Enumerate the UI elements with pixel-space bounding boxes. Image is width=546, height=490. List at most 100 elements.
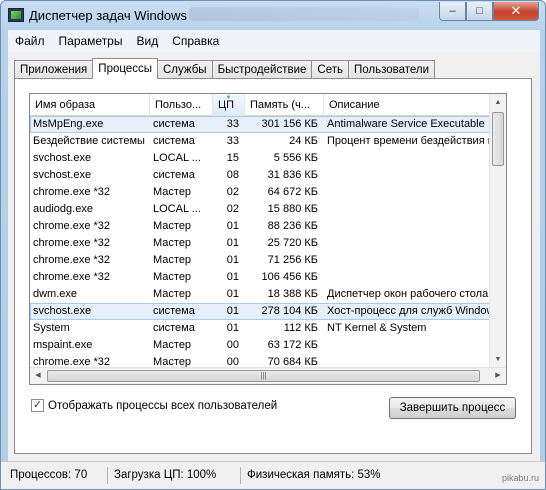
cell-memory: 301 156 КБ <box>261 118 318 130</box>
process-row[interactable]: mspaint.exe Мастер 00 63 172 КБ <box>30 337 506 354</box>
cell-image-name: svchost.exe <box>33 169 92 181</box>
close-button[interactable]: ✕ <box>493 2 539 21</box>
cell-image-name: Бездействие системы <box>33 135 145 147</box>
process-row[interactable]: Бездействие системы система 33 24 КБ Процент… <box>30 133 506 150</box>
process-row[interactable]: chrome.exe *32 Мастер 02 64 672 КБ <box>30 184 506 201</box>
cell-cpu: 01 <box>226 271 239 283</box>
end-process-button[interactable]: Завершить процесс <box>389 397 516 419</box>
cell-image-name: chrome.exe *32 <box>33 237 111 249</box>
process-row[interactable]: audiodg.exe LOCAL ... 02 15 880 КБ <box>30 201 506 218</box>
cell-user: Мастер <box>153 186 192 198</box>
cell-description <box>324 184 489 201</box>
cell-memory: 24 КБ <box>289 135 318 147</box>
menu-options[interactable]: Параметры <box>52 34 130 48</box>
column-header-description[interactable]: Описание <box>324 94 489 116</box>
scroll-right-icon[interactable]: ▶ <box>490 368 506 384</box>
cell-cpu: 01 <box>226 288 239 300</box>
show-all-users-label: Отображать процессы всех пользователей <box>48 399 278 412</box>
cell-description: Процент времени бездействия п <box>327 135 489 147</box>
menu-file[interactable]: Файл <box>8 34 52 48</box>
tab-services[interactable]: Службы <box>156 60 213 79</box>
tab-strip: Приложения Процессы Службы Быстродействи… <box>14 58 436 79</box>
menu-bar: Файл Параметры Вид Справка <box>8 30 540 52</box>
column-header-user[interactable]: Пользо... <box>150 94 213 116</box>
cell-image-name: chrome.exe *32 <box>33 254 111 266</box>
cell-description <box>324 235 489 252</box>
cell-description: Диспетчер окон рабочего стола <box>327 288 489 300</box>
cell-image-name: svchost.exe <box>33 152 92 164</box>
column-header-image-name[interactable]: Имя образа <box>30 94 150 116</box>
show-all-users-option[interactable]: ✓ Отображать процессы всех пользователей <box>31 399 277 412</box>
menu-help[interactable]: Справка <box>165 34 226 48</box>
cell-description: Хост-процесс для служб Window <box>327 305 489 317</box>
vertical-scrollbar[interactable]: ▲ ▼ <box>489 94 506 368</box>
cell-image-name: System <box>33 322 70 334</box>
cell-user: Мастер <box>153 254 192 266</box>
sort-down-icon: ▼ <box>225 95 232 101</box>
scroll-up-icon[interactable]: ▲ <box>490 94 506 111</box>
cell-memory: 64 672 КБ <box>267 186 318 198</box>
horizontal-scrollbar[interactable]: ◀ ||| ▶ <box>30 367 506 384</box>
process-row[interactable]: svchost.exe LOCAL ... 15 5 556 КБ <box>30 150 506 167</box>
scroll-down-icon[interactable]: ▼ <box>490 351 506 368</box>
column-header-memory[interactable]: Память (ч... <box>245 94 324 116</box>
tab-applications[interactable]: Приложения <box>14 60 94 79</box>
cell-memory: 88 236 КБ <box>267 220 318 232</box>
process-row[interactable]: chrome.exe *32 Мастер 01 25 720 КБ <box>30 235 506 252</box>
cell-memory: 278 104 КБ <box>261 305 318 317</box>
cell-cpu: 02 <box>226 203 239 215</box>
process-row[interactable]: System система 01 112 КБ NT Kernel & System <box>30 320 506 337</box>
cell-user: система <box>153 135 195 147</box>
cell-image-name: chrome.exe *32 <box>33 271 111 283</box>
cell-description <box>324 337 489 354</box>
process-row[interactable]: chrome.exe *32 Мастер 01 71 256 КБ <box>30 252 506 269</box>
tab-networking[interactable]: Сеть <box>311 60 349 79</box>
cell-description <box>324 167 489 184</box>
maximize-button[interactable]: □ <box>466 2 493 21</box>
status-bar: Процессов: 70 Загрузка ЦП: 100% Физическ… <box>1 461 545 489</box>
process-row[interactable]: svchost.exe система 01 278 104 КБ Хост-проце… <box>30 303 506 320</box>
minimize-button[interactable]: – <box>439 2 466 21</box>
process-row[interactable]: chrome.exe *32 Мастер 01 106 456 КБ <box>30 269 506 286</box>
process-row[interactable]: dwm.exe Мастер 01 18 388 КБ Диспетчер окон р… <box>30 286 506 303</box>
horizontal-scroll-thumb[interactable]: ||| <box>47 370 480 382</box>
cell-description: Antimalware Service Executable <box>327 118 485 130</box>
cell-cpu: 15 <box>226 152 239 164</box>
cell-user: Мастер <box>153 220 192 232</box>
cell-cpu: 02 <box>226 186 239 198</box>
menu-view[interactable]: Вид <box>129 34 165 48</box>
column-header-row: Имя образа Пользо... ▼ ЦП Память (ч... О… <box>30 94 506 116</box>
cell-cpu: 01 <box>226 322 239 334</box>
vertical-scroll-thumb[interactable] <box>492 112 504 166</box>
show-all-users-checkbox[interactable]: ✓ <box>31 399 44 412</box>
tab-processes[interactable]: Процессы <box>92 58 158 79</box>
cell-image-name: svchost.exe <box>33 305 92 317</box>
cell-image-name: chrome.exe *32 <box>33 186 111 198</box>
cell-cpu: 00 <box>226 339 239 351</box>
scroll-left-icon[interactable]: ◀ <box>30 368 46 384</box>
tab-performance[interactable]: Быстродействие <box>211 60 313 79</box>
window-title: Диспетчер задач Windows <box>29 8 188 23</box>
status-process-count: Процессов: 70 <box>7 467 108 484</box>
cell-image-name: MsMpEng.exe <box>33 118 104 130</box>
cell-description <box>324 201 489 218</box>
cell-user: система <box>153 169 195 181</box>
cell-user: Мастер <box>153 237 192 249</box>
cell-memory: 31 836 КБ <box>267 169 318 181</box>
tab-users[interactable]: Пользователи <box>348 60 436 79</box>
process-row[interactable]: chrome.exe *32 Мастер 01 88 236 КБ <box>30 218 506 235</box>
cell-user: система <box>153 322 195 334</box>
cell-memory: 63 172 КБ <box>267 339 318 351</box>
title-bar[interactable]: Диспетчер задач Windows – □ ✕ <box>1 1 545 29</box>
cell-memory: 18 388 КБ <box>267 288 318 300</box>
background-window-title <box>189 7 419 21</box>
process-row[interactable]: svchost.exe система 08 31 836 КБ <box>30 167 506 184</box>
cell-user: система <box>153 305 195 317</box>
cell-image-name: chrome.exe *32 <box>33 220 111 232</box>
process-list[interactable]: Имя образа Пользо... ▼ ЦП Память (ч... О… <box>29 93 507 385</box>
task-manager-icon <box>8 8 24 22</box>
process-row[interactable]: MsMpEng.exe система 33 301 156 КБ Antimalwar… <box>30 116 506 133</box>
column-header-cpu[interactable]: ▼ ЦП <box>213 94 245 116</box>
cell-cpu: 33 <box>226 118 239 130</box>
cell-cpu: 01 <box>226 305 239 317</box>
